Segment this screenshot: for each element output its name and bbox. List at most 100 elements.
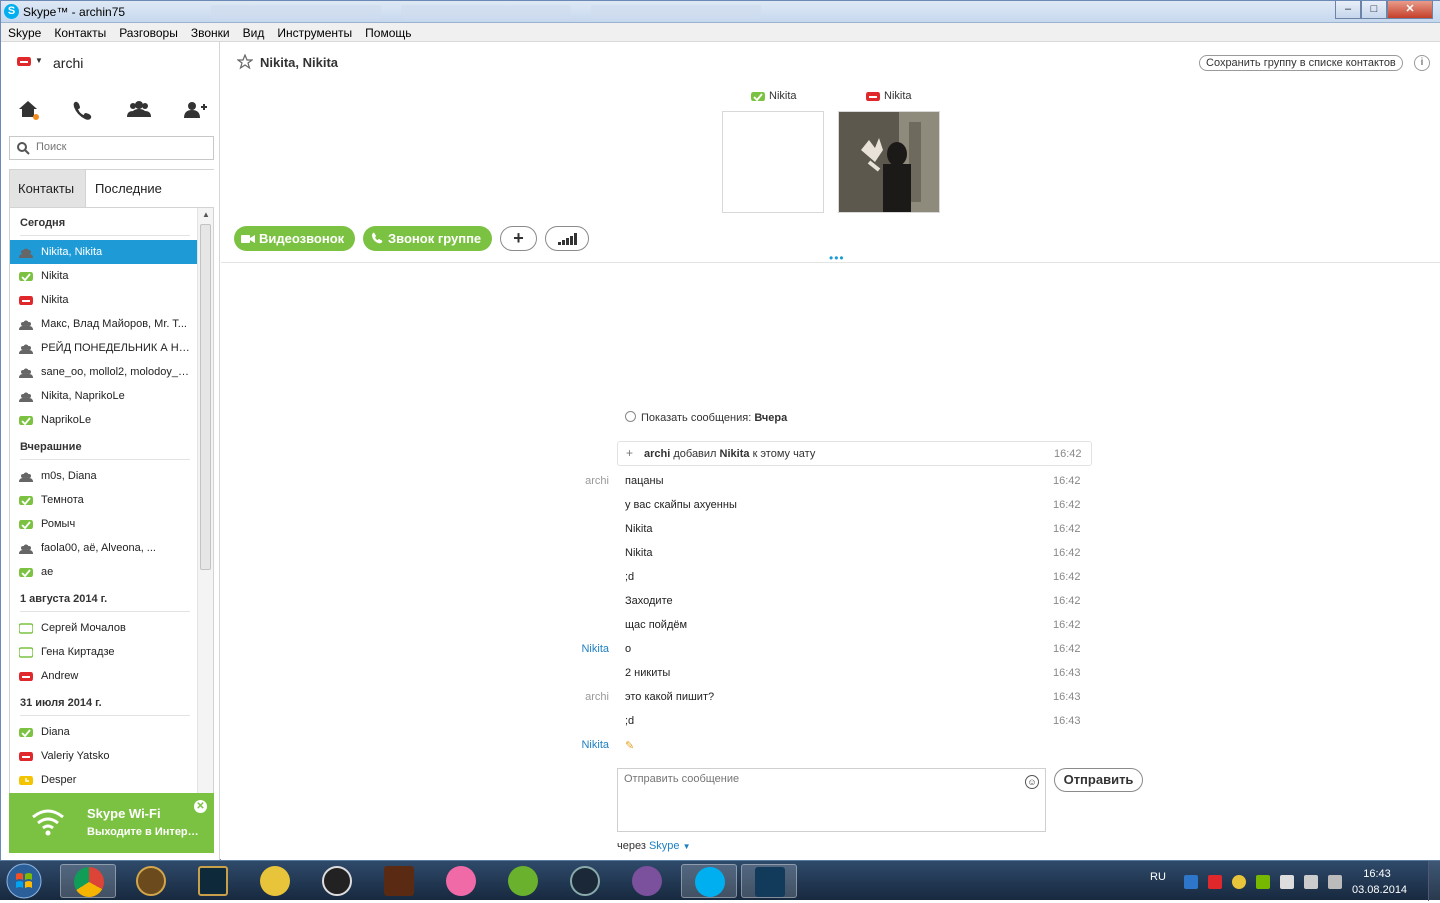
- message-row[interactable]: у вас скайпы ахуенны 16:42: [551, 494, 1091, 518]
- message-row[interactable]: archi пацаны 16:42: [551, 470, 1091, 494]
- tab-recent[interactable]: Последние: [87, 170, 214, 208]
- home-icon[interactable]: [15, 98, 43, 122]
- message-row[interactable]: Заходите 16:42: [551, 590, 1091, 614]
- app-taskbar-button[interactable]: [247, 864, 303, 898]
- contact-list-scrollbar[interactable]: ▲ ▼: [197, 208, 213, 823]
- contact-list-item[interactable]: Nikita: [10, 264, 197, 288]
- tray-nvidia-icon[interactable]: [1256, 875, 1270, 889]
- contact-list-item[interactable]: Nikita: [10, 288, 197, 312]
- contact-list-item[interactable]: ae: [10, 560, 197, 584]
- volume-icon[interactable]: [1328, 875, 1342, 889]
- contact-list-item[interactable]: sane_oo, mollol2, molodoy_0...: [10, 360, 197, 384]
- language-indicator[interactable]: RU: [1150, 871, 1166, 883]
- message-text: это какой пишит?: [625, 691, 715, 703]
- steam-taskbar-button[interactable]: [557, 864, 613, 898]
- tray-skype-icon[interactable]: [1208, 875, 1222, 889]
- chrome-taskbar-button[interactable]: [60, 864, 116, 898]
- contact-list-item[interactable]: Andrew: [10, 664, 197, 688]
- video-call-button[interactable]: Видеозвонок: [234, 226, 355, 251]
- profile-name[interactable]: archi: [53, 55, 83, 71]
- utorrent-taskbar-button[interactable]: [495, 864, 551, 898]
- scroll-up-icon[interactable]: ▲: [202, 210, 210, 219]
- tray-app-icon[interactable]: [1184, 875, 1198, 889]
- close-button[interactable]: ✕: [1387, 1, 1433, 19]
- message-row[interactable]: щас пойдём 16:42: [551, 614, 1091, 638]
- chevron-down-icon[interactable]: ▼: [683, 842, 691, 851]
- show-desktop-button[interactable]: [1428, 861, 1440, 901]
- contact-list-item[interactable]: Valeriy Yatsko: [10, 744, 197, 768]
- league-taskbar-button[interactable]: [185, 864, 241, 898]
- message-row[interactable]: Nikita 16:42: [551, 542, 1091, 566]
- wow-taskbar-button[interactable]: [123, 864, 179, 898]
- contact-list-item[interactable]: Темнота: [10, 488, 197, 512]
- chrome-icon: [74, 867, 104, 897]
- start-button[interactable]: [4, 862, 48, 900]
- contact-list-item[interactable]: Гена Киртадзе: [10, 640, 197, 664]
- viber-taskbar-button[interactable]: [619, 864, 675, 898]
- menu-conversations[interactable]: Разговоры: [112, 23, 184, 40]
- contact-list-item[interactable]: Nikita, NaprikoLe: [10, 384, 197, 408]
- contact-list-item[interactable]: Сергей Мочалов: [10, 616, 197, 640]
- message-row[interactable]: archi это какой пишит? 16:43: [551, 686, 1091, 710]
- save-group-button[interactable]: Сохранить группу в списке контактов: [1199, 55, 1403, 71]
- app2-taskbar-button[interactable]: [741, 864, 797, 898]
- scrollbar-thumb[interactable]: [200, 224, 211, 570]
- flag-icon[interactable]: [1280, 875, 1294, 889]
- skype-taskbar-button[interactable]: [681, 864, 737, 898]
- menu-view[interactable]: Вид: [236, 23, 271, 40]
- tray-app2-icon[interactable]: [1232, 875, 1246, 889]
- via-service[interactable]: Skype: [649, 840, 680, 852]
- osu-taskbar-button[interactable]: [433, 864, 489, 898]
- maximize-button[interactable]: □: [1361, 1, 1387, 19]
- star-icon[interactable]: [237, 54, 253, 70]
- menu-contacts[interactable]: Контакты: [47, 23, 112, 40]
- contact-list-item[interactable]: m0s, Diana: [10, 464, 197, 488]
- contact-list-item[interactable]: Ромыч: [10, 512, 197, 536]
- network-icon[interactable]: [1304, 875, 1318, 889]
- tab-contacts[interactable]: Контакты: [10, 170, 86, 208]
- clock[interactable]: 16:43 03.08.2014: [1352, 866, 1407, 898]
- contact-list-item[interactable]: Desper: [10, 768, 197, 792]
- contacts-icon[interactable]: [125, 98, 153, 122]
- menu-tools[interactable]: Инструменты: [270, 23, 358, 40]
- show-messages-filter[interactable]: Показать сообщения: Вчера: [625, 411, 787, 424]
- info-icon[interactable]: i: [1414, 55, 1430, 71]
- app-icon: [260, 866, 290, 896]
- phone-icon[interactable]: [69, 98, 97, 122]
- show-messages-value[interactable]: Вчера: [754, 412, 787, 424]
- message-row[interactable]: 2 никиты 16:43: [551, 662, 1091, 686]
- menu-help[interactable]: Помощь: [358, 23, 417, 40]
- via-prefix: через: [617, 840, 646, 852]
- obs-taskbar-button[interactable]: [309, 864, 365, 898]
- contact-list-item[interactable]: faola00, aë, Alveona, ...: [10, 536, 197, 560]
- message-text: о: [625, 643, 632, 655]
- message-row[interactable]: Nikita ✎: [551, 734, 1091, 758]
- message-row[interactable]: Nikita 16:42: [551, 518, 1091, 542]
- close-icon[interactable]: ✕: [194, 800, 207, 813]
- add-participant-button[interactable]: +: [500, 226, 537, 251]
- contact-list-item[interactable]: Nikita, Nikita: [10, 240, 197, 264]
- contact-list-item[interactable]: Макс, Влад Майоров, Mr. T...: [10, 312, 197, 336]
- contact-list-item[interactable]: Diana: [10, 720, 197, 744]
- skype-wifi-promo[interactable]: Skype Wi-Fi Выходите в Интернет ✕: [9, 793, 214, 853]
- minimize-button[interactable]: –: [1335, 1, 1361, 19]
- message-row[interactable]: ;d 16:43: [551, 710, 1091, 734]
- contact-list-item[interactable]: РЕЙД ПОНЕДЕЛЬНИК А НЕ...: [10, 336, 197, 360]
- call-quality-button[interactable]: [545, 226, 589, 251]
- search-input[interactable]: [36, 141, 206, 153]
- message-row[interactable]: ;d 16:42: [551, 566, 1091, 590]
- game-taskbar-button[interactable]: [371, 864, 427, 898]
- send-button[interactable]: Отправить: [1054, 768, 1143, 792]
- group-call-button[interactable]: Звонок группе: [363, 226, 492, 251]
- menu-skype[interactable]: Skype: [1, 23, 47, 40]
- chevron-down-icon[interactable]: ▼: [35, 56, 43, 65]
- menu-calls[interactable]: Звонки: [184, 23, 236, 40]
- pane-splitter[interactable]: ⋮: [218, 451, 227, 462]
- message-input[interactable]: [624, 773, 1014, 823]
- add-contact-icon[interactable]: [181, 98, 209, 122]
- contact-list-item[interactable]: NaprikoLe: [10, 408, 197, 432]
- emoticon-icon[interactable]: ☺: [1025, 775, 1039, 789]
- message-row[interactable]: Nikita о 16:42: [551, 638, 1091, 662]
- send-via[interactable]: через Skype ▼: [617, 840, 691, 852]
- clock-icon: [625, 411, 636, 422]
